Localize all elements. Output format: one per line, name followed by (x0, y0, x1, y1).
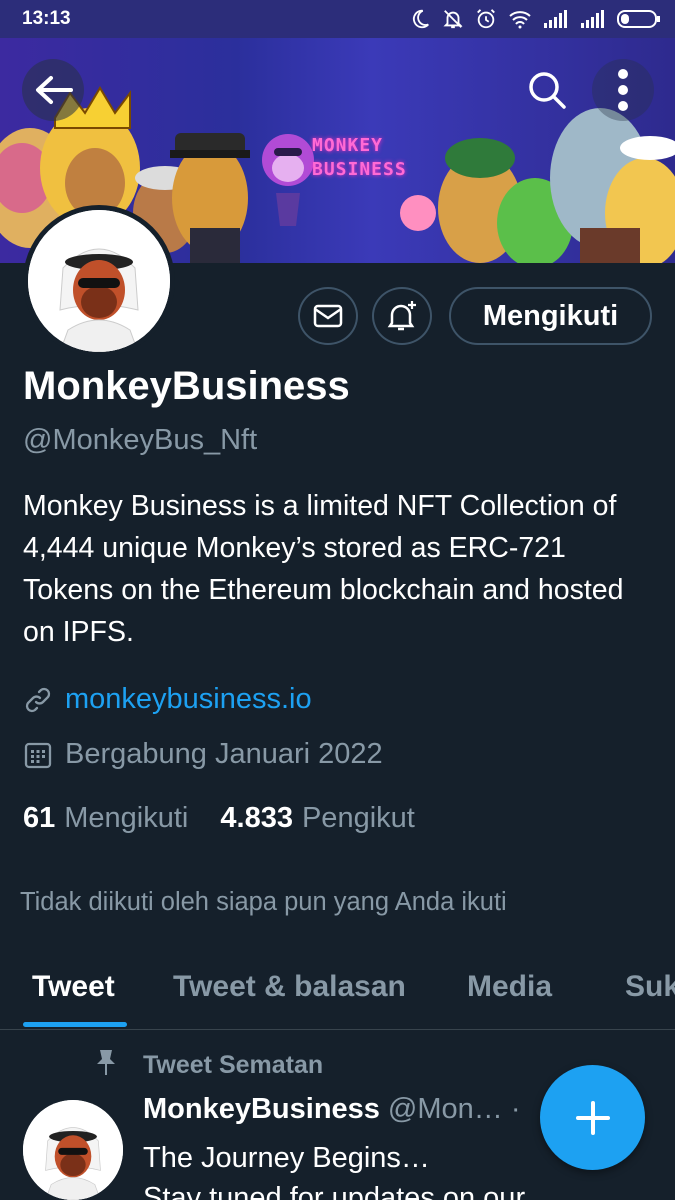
mute-bell-icon (443, 10, 463, 29)
tab-media[interactable]: Media (467, 970, 552, 1004)
followers-count: 4.833 (220, 802, 293, 834)
moon-icon (412, 9, 429, 29)
followers-count-link[interactable]: 4.833 Pengikut (220, 802, 414, 835)
arrow-left-icon (36, 76, 73, 104)
pinned-tweet-label: Tweet Sematan (95, 1048, 323, 1083)
search-button[interactable] (516, 59, 578, 121)
status-time: 13:13 (22, 8, 71, 29)
profile-handle: @MonkeyBus_Nft (23, 424, 258, 456)
search-icon (529, 72, 566, 109)
battery-icon (617, 10, 660, 28)
profile-avatar[interactable] (23, 205, 175, 357)
notifications-button[interactable] (372, 287, 432, 345)
compose-tweet-button[interactable] (540, 1065, 645, 1170)
follow-counts: 61 Mengikuti 4.833 Pengikut (23, 802, 447, 835)
back-button[interactable] (22, 59, 84, 121)
bell-plus-icon (387, 301, 416, 331)
signal-icon (544, 10, 567, 28)
avatar-monkey-image (28, 210, 170, 352)
profile-website-link[interactable]: monkeybusiness.io (65, 683, 312, 716)
followed-by-note: Tidak diikuti oleh siapa pun yang Anda i… (20, 888, 507, 916)
tweet-author-name[interactable]: MonkeyBusiness (143, 1093, 380, 1126)
avatar-monkey-image (23, 1100, 123, 1200)
alarm-icon (477, 9, 495, 29)
profile-bio: Monkey Business is a limited NFT Collect… (23, 490, 624, 648)
pinned-tweet-text: Tweet Sematan (143, 1051, 324, 1079)
envelope-icon (313, 304, 343, 328)
wifi-icon (509, 11, 531, 29)
tab-likes[interactable]: Suka (625, 970, 675, 1004)
more-options-button[interactable] (592, 59, 654, 121)
tab-tweet[interactable]: Tweet (32, 970, 115, 1004)
tweet-header: MonkeyBusiness @Mon… · (143, 1093, 521, 1126)
banner-logo-text: MONKEY BUSINESS (312, 135, 407, 180)
message-button[interactable] (298, 287, 358, 345)
pin-icon (95, 1048, 121, 1083)
tweet-author-avatar[interactable] (23, 1100, 123, 1200)
tweet-author-handle: @Mon… · (387, 1093, 521, 1125)
profile-joined-row: Bergabung Januari 2022 (23, 738, 383, 771)
more-vertical-icon (618, 69, 628, 111)
following-button[interactable]: Mengikuti (449, 287, 652, 345)
signal-icon-2 (581, 10, 604, 28)
status-icons (409, 8, 661, 30)
tweet-text-line: The Journey Begins… (143, 1142, 430, 1174)
plus-icon (575, 1100, 610, 1135)
link-icon (23, 685, 53, 715)
profile-tabs: Tweet Tweet & balasan Media Suka (0, 950, 675, 1030)
following-label: Mengikuti (64, 802, 189, 834)
profile-joined-date: Bergabung Januari 2022 (65, 738, 383, 770)
status-bar: 13:13 (0, 0, 675, 38)
tweet-text-line: Stay tuned for updates on our (143, 1182, 526, 1200)
following-count: 61 (23, 802, 56, 834)
following-count-link[interactable]: 61 Mengikuti (23, 802, 188, 835)
tab-tweet-replies[interactable]: Tweet & balasan (173, 970, 406, 1004)
profile-website-row: monkeybusiness.io (23, 683, 312, 716)
calendar-icon (23, 740, 53, 770)
tweet-body[interactable]: The Journey Begins… Stay tuned for updat… (143, 1138, 583, 1200)
followers-label: Pengikut (301, 802, 415, 834)
active-tab-indicator (23, 1022, 127, 1027)
profile-display-name: MonkeyBusiness (23, 364, 350, 408)
